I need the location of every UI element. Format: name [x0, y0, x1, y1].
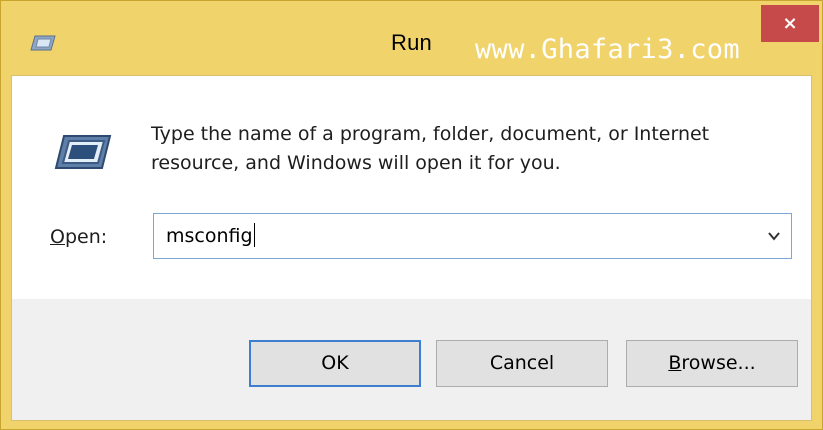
chevron-down-icon[interactable]: [767, 229, 781, 243]
browse-button[interactable]: Browse...: [626, 340, 798, 387]
ok-button[interactable]: OK: [249, 340, 421, 387]
open-input[interactable]: msconfig: [166, 223, 255, 247]
close-button[interactable]: ×: [761, 5, 819, 42]
open-combobox[interactable]: msconfig: [153, 213, 792, 259]
dialog-content: Type the name of a program, folder, docu…: [12, 76, 811, 299]
browse-button-accelerator: B: [668, 352, 682, 374]
run-program-icon: [54, 135, 112, 169]
cancel-button[interactable]: Cancel: [436, 340, 608, 387]
title-bar[interactable]: Run www.Ghafari3.com ×: [1, 1, 822, 75]
text-cursor: [253, 223, 255, 247]
open-label-accelerator: O: [50, 226, 65, 248]
open-label-text: pen:: [64, 226, 108, 248]
browse-button-text: rowse...: [681, 352, 756, 374]
dialog-client-area: Type the name of a program, folder, docu…: [11, 75, 812, 421]
open-input-value: msconfig: [166, 225, 253, 247]
open-label: Open:: [50, 226, 107, 248]
watermark-text: www.Ghafari3.com: [475, 34, 740, 65]
close-icon: ×: [782, 13, 798, 34]
dialog-description: Type the name of a program, folder, docu…: [151, 123, 710, 174]
run-dialog-window: Run www.Ghafari3.com × Type the name of …: [0, 0, 823, 430]
